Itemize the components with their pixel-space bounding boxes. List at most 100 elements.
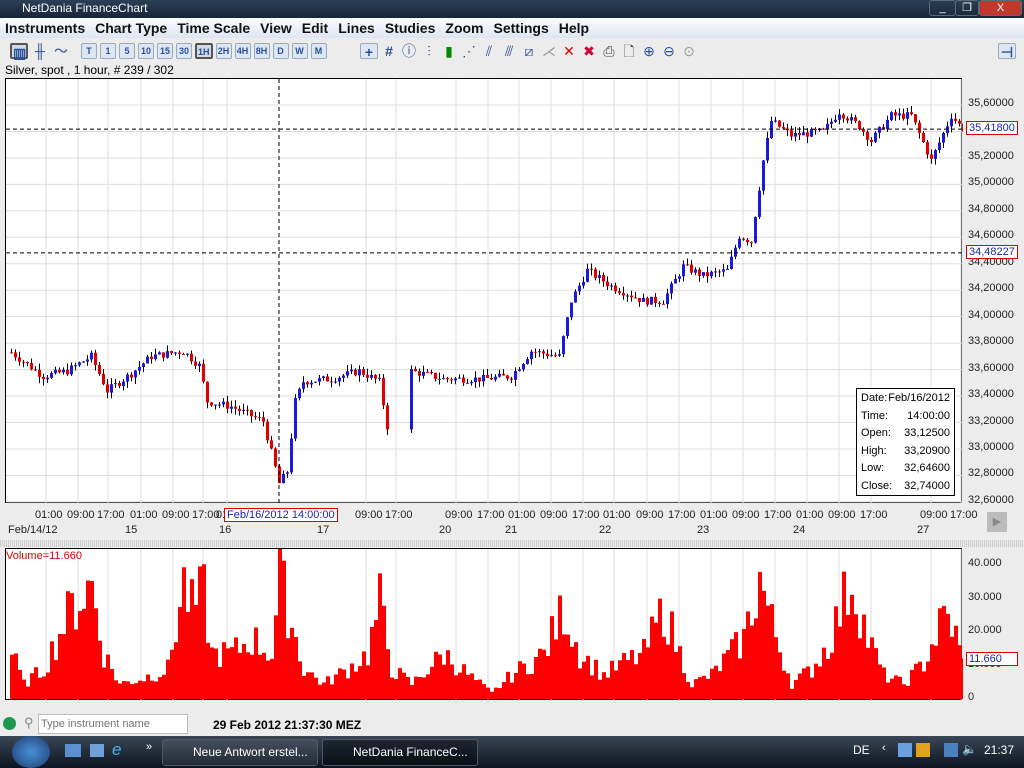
timeframe-t-button[interactable]: T: [81, 43, 97, 59]
volume-bar: [722, 653, 726, 699]
time-axis-label: 09:00: [445, 509, 473, 521]
price-axis-label: 34,00000: [968, 308, 1014, 321]
candle-body: [134, 370, 137, 378]
timeframe-w-button[interactable]: W: [291, 43, 308, 59]
bar-chart-icon[interactable]: ╫: [31, 43, 49, 59]
clock[interactable]: 21:37: [984, 743, 1014, 757]
volume-bar: [634, 664, 638, 699]
delete-all-icon[interactable]: ✖: [580, 43, 598, 59]
volume-icon[interactable]: 🔈: [962, 742, 977, 756]
candle-body: [726, 268, 729, 270]
timeframe-1-button[interactable]: 1: [100, 43, 116, 59]
volume-bar: [846, 614, 850, 699]
menu-edit[interactable]: Edit: [297, 18, 333, 38]
show-desktop-icon[interactable]: [65, 744, 81, 757]
panel-splitter[interactable]: [0, 540, 1024, 547]
candle-body: [302, 382, 305, 389]
candle-body: [698, 269, 701, 276]
window-title-bar: NetDania FinanceChart _ ❐ X: [0, 0, 1024, 18]
network-icon[interactable]: [944, 743, 958, 757]
timeframe-8h-button[interactable]: 8H: [253, 43, 270, 59]
menu-bar: Instruments Chart Type Time Scale View Edit L…: [0, 18, 1024, 38]
timeframe-4h-button[interactable]: 4H: [234, 43, 251, 59]
volume-bar: [194, 604, 198, 699]
channel-icon[interactable]: ⧄: [520, 43, 538, 59]
candle-body: [90, 352, 93, 360]
menu-studies[interactable]: Studies: [380, 18, 441, 38]
instrument-info: Silver, spot , 1 hour, # 239 / 302: [5, 63, 174, 77]
parallel-lines-icon[interactable]: ⫽: [480, 43, 498, 59]
candle-body: [822, 128, 825, 130]
candle-body: [326, 376, 329, 382]
tray-security-icon[interactable]: [916, 743, 930, 757]
grid-icon[interactable]: #: [380, 43, 398, 59]
volume-bar: [522, 663, 526, 699]
menu-settings[interactable]: Settings: [489, 18, 554, 38]
menu-lines[interactable]: Lines: [333, 18, 380, 38]
fibonacci-icon[interactable]: ⫻: [500, 43, 518, 59]
timeframe-5-button[interactable]: 5: [119, 43, 135, 59]
candle-body: [158, 352, 161, 355]
price-lines-icon[interactable]: ⫶: [420, 43, 438, 59]
trendline-icon[interactable]: ⋰: [460, 43, 478, 59]
candle-body: [594, 269, 597, 278]
zoom-in-icon[interactable]: ⊕: [640, 43, 658, 59]
language-indicator[interactable]: DE: [853, 743, 870, 757]
instrument-search-input[interactable]: [38, 714, 188, 734]
print-icon[interactable]: ⎙: [600, 43, 618, 59]
tray-expand-icon[interactable]: ‹: [882, 742, 886, 754]
volume-bar: [394, 679, 398, 699]
line-chart-icon[interactable]: 〜: [52, 43, 70, 59]
zoom-out-icon[interactable]: ⊖: [660, 43, 678, 59]
candle-body: [950, 118, 953, 127]
price-axis-label: 34,60000: [968, 229, 1014, 242]
zoom-reset-icon[interactable]: ⊙: [680, 43, 698, 59]
volume-bars-icon[interactable]: ▮: [440, 43, 458, 59]
close-button[interactable]: X: [979, 0, 1022, 16]
candlestick-chart-icon[interactable]: ▥: [10, 43, 28, 61]
switch-windows-icon[interactable]: [90, 744, 104, 757]
minimize-button[interactable]: _: [929, 0, 956, 16]
volume-chart[interactable]: [5, 548, 963, 701]
timeframe-1h-button[interactable]: 1H: [195, 43, 213, 59]
print-preview-icon[interactable]: 🗋: [620, 43, 638, 59]
volume-bar: [462, 664, 466, 699]
panel-toggle-icon[interactable]: ⊣: [998, 43, 1016, 60]
timeframe-m-button[interactable]: M: [310, 43, 327, 59]
timeframe-15-button[interactable]: 15: [157, 43, 173, 59]
timeframe-30-button[interactable]: 30: [176, 43, 192, 59]
time-axis-label: 09:00: [540, 509, 568, 521]
volume-bar: [398, 668, 402, 699]
crosshair-icon[interactable]: +: [360, 43, 378, 60]
restore-button[interactable]: ❐: [955, 0, 979, 16]
timeframe-2h-button[interactable]: 2H: [215, 43, 232, 59]
quicklaunch-chevron[interactable]: »: [146, 741, 152, 753]
menu-time-scale[interactable]: Time Scale: [172, 18, 255, 38]
volume-bar: [106, 654, 110, 699]
menu-view[interactable]: View: [255, 18, 297, 38]
volume-bar: [962, 658, 963, 699]
price-chart[interactable]: [5, 78, 963, 504]
tray-app-icon[interactable]: [898, 743, 912, 757]
start-button[interactable]: [12, 736, 50, 768]
edit-line-icon[interactable]: ⋌: [540, 43, 558, 59]
menu-zoom[interactable]: Zoom: [440, 18, 488, 38]
task-browser[interactable]: Neue Antwort erstel...: [162, 739, 318, 766]
volume-bar: [806, 666, 810, 699]
scroll-end-button[interactable]: ▶: [987, 512, 1007, 532]
menu-chart-type[interactable]: Chart Type: [90, 18, 172, 38]
timeframe-d-button[interactable]: D: [272, 43, 289, 59]
volume-bar: [582, 661, 586, 699]
internet-explorer-icon[interactable]: e: [112, 740, 121, 760]
candle-body: [846, 118, 849, 121]
candle-body: [322, 376, 325, 379]
candle-body: [938, 142, 941, 151]
candle-body: [238, 408, 241, 411]
task-netdania[interactable]: NetDania FinanceC...: [322, 739, 478, 766]
menu-instruments[interactable]: Instruments: [0, 18, 90, 38]
delete-icon[interactable]: ✕: [560, 43, 578, 59]
timeframe-10-button[interactable]: 10: [138, 43, 154, 59]
candle-body: [714, 271, 717, 273]
menu-help[interactable]: Help: [554, 18, 594, 38]
info-icon[interactable]: ⓘ: [400, 43, 418, 59]
